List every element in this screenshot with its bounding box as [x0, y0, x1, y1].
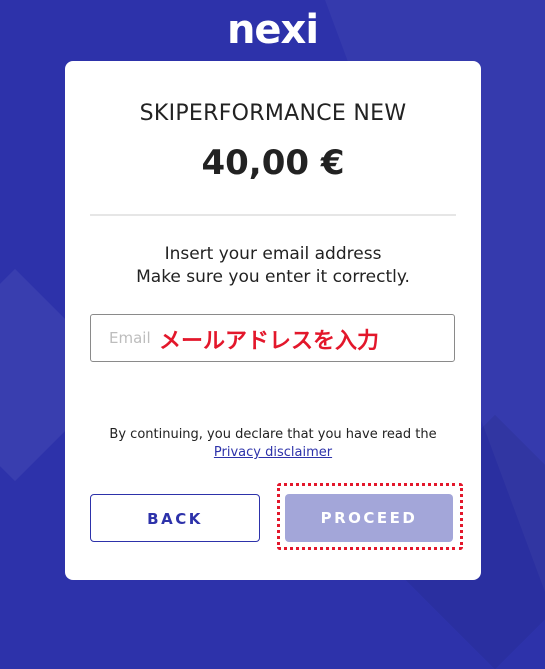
email-placeholder: Email	[109, 329, 151, 347]
merchant-name: SKIPERFORMANCE NEW	[139, 101, 407, 126]
nexi-logo: nexi	[226, 7, 319, 53]
proceed-button[interactable]: PROCEED	[285, 494, 453, 542]
divider	[90, 214, 456, 216]
payment-amount: 40,00 €	[201, 143, 345, 183]
instruction-line-1: Insert your email address	[164, 244, 382, 264]
back-button[interactable]: BACK	[90, 494, 260, 542]
instruction-line-2: Make sure you enter it correctly.	[136, 267, 410, 287]
email-annotation: メールアドレスを入力	[159, 329, 380, 354]
email-input[interactable]: Email メールアドレスを入力	[90, 314, 455, 362]
privacy-disclaimer-link[interactable]: Privacy disclaimer	[65, 445, 481, 460]
disclaimer-text: By continuing, you declare that you have…	[109, 427, 437, 442]
payment-card: SKIPERFORMANCE NEW 40,00 € Insert your e…	[65, 61, 481, 580]
